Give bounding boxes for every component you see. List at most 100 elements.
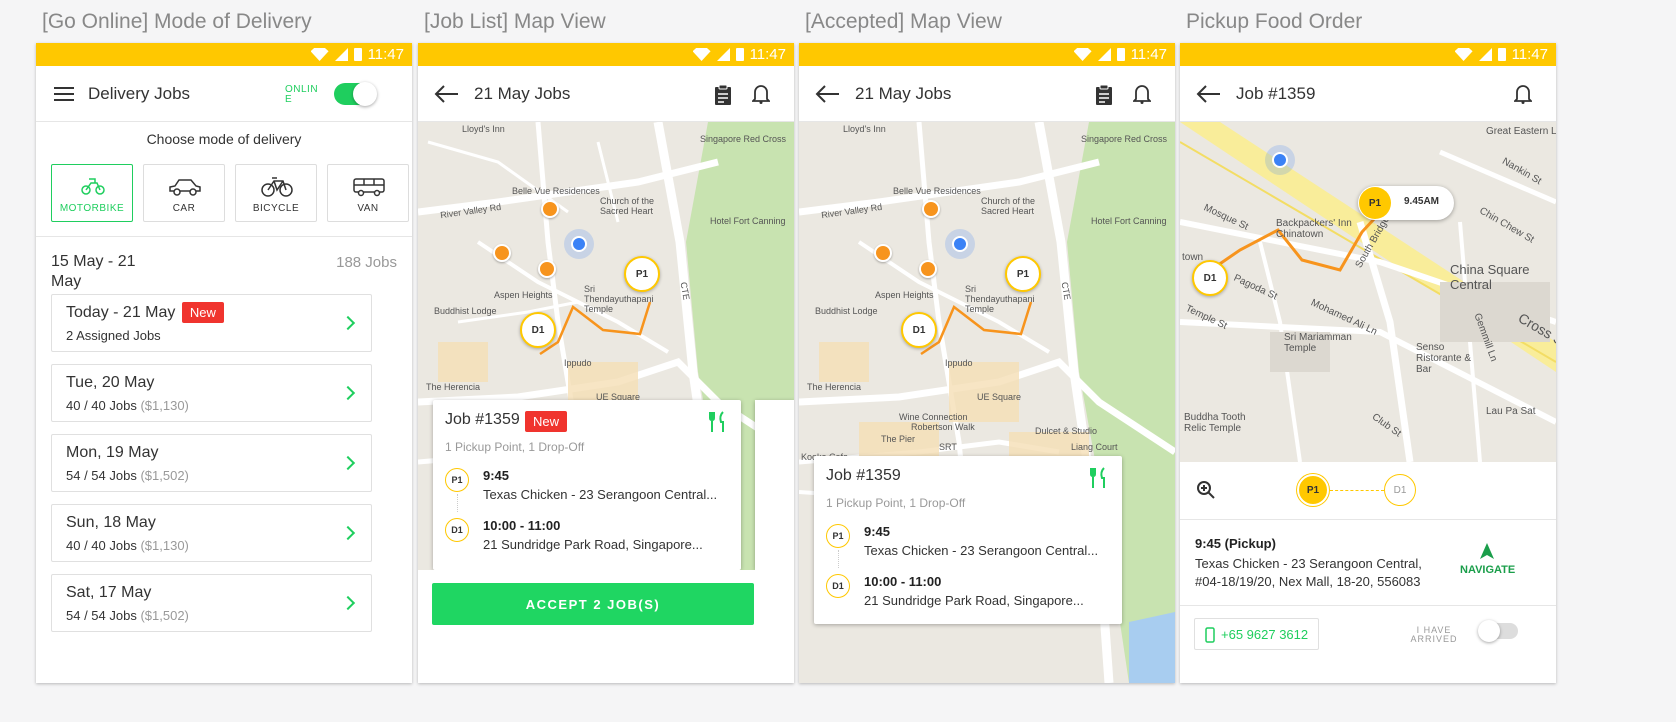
day-card[interactable]: Mon, 19 May 54 / 54 Jobs ($1,502)	[51, 434, 372, 492]
phone-number: +65 9627 3612	[1221, 627, 1309, 642]
page-title: 21 May Jobs	[855, 84, 952, 103]
clipboard-icon[interactable]	[714, 84, 732, 106]
map-view[interactable]: Great Eastern Life Assurance Nankin St C…	[1180, 122, 1556, 462]
navigate-button[interactable]: NAVIGATE	[1460, 564, 1515, 576]
navigate-icon[interactable]	[1478, 542, 1496, 560]
map-label: Ippudo	[945, 358, 973, 368]
chevron-right-icon	[340, 385, 356, 401]
job-pin[interactable]	[493, 244, 511, 262]
job-pin[interactable]	[919, 260, 937, 278]
mode-bicycle[interactable]: BICYCLE	[235, 164, 317, 222]
online-toggle[interactable]	[334, 82, 377, 106]
caption-pickup: Pickup Food Order	[1186, 10, 1363, 33]
mode-label: CAR	[172, 203, 196, 214]
map-label: Buddha Tooth Relic Temple	[1184, 412, 1246, 434]
next-card-peek	[755, 400, 794, 570]
day-sub: 54 / 54 Jobs ($1,502)	[66, 608, 189, 623]
status-bar: 11:47	[799, 43, 1175, 66]
arrived-toggle[interactable]	[1478, 620, 1518, 642]
job-pin[interactable]	[874, 244, 892, 262]
day-card[interactable]: Sat, 17 May 54 / 54 Jobs ($1,502)	[51, 574, 372, 632]
job-card[interactable]: Job #1359 1 Pickup Point, 1 Drop-Off P1 …	[814, 456, 1122, 624]
pickup-address: Texas Chicken - 23 Serangoon Central...	[864, 543, 1099, 558]
chevron-right-icon	[340, 595, 356, 611]
clipboard-icon[interactable]	[1095, 84, 1113, 106]
pickup-marker[interactable]: P1	[1005, 256, 1041, 292]
map-label: UE Square	[977, 392, 1022, 402]
job-pin[interactable]	[541, 200, 559, 218]
battery-icon	[1497, 48, 1506, 61]
signal-icon	[716, 48, 730, 61]
back-arrow-icon[interactable]	[815, 84, 841, 104]
pickup-marker[interactable]: P1	[624, 256, 660, 292]
map-label: Hotel Fort Canning	[710, 216, 786, 226]
route-connector	[838, 550, 839, 568]
job-title: Job #1359	[445, 411, 520, 428]
mode-prompt: Choose mode of delivery	[146, 131, 302, 147]
mode-label: VAN	[357, 203, 379, 214]
new-badge: New	[525, 411, 568, 432]
back-arrow-icon[interactable]	[1196, 84, 1222, 104]
route-connector	[457, 494, 458, 512]
day-card[interactable]: Tue, 20 May 40 / 40 Jobs ($1,130)	[51, 364, 372, 422]
bell-icon[interactable]	[1514, 84, 1532, 104]
signal-icon	[1097, 48, 1111, 61]
signal-icon	[1478, 48, 1492, 61]
dropoff-marker[interactable]: D1	[520, 312, 556, 348]
chevron-right-icon	[340, 525, 356, 541]
phone-icon	[1205, 627, 1215, 643]
status-time: 11:47	[1511, 46, 1548, 63]
jobs-count: 188 Jobs	[336, 254, 397, 271]
back-arrow-icon[interactable]	[434, 84, 460, 104]
mode-label: BICYCLE	[252, 203, 300, 214]
drop-point-icon: D1	[445, 518, 469, 542]
motorbike-icon	[81, 175, 105, 195]
page-title: 21 May Jobs	[474, 84, 571, 103]
wifi-icon	[692, 48, 711, 61]
map-label: SRT	[939, 442, 957, 452]
pickup-row: P1 9:45 Texas Chicken - 23 Serangoon Cent…	[826, 524, 1098, 558]
job-pin[interactable]	[538, 260, 556, 278]
route-step-pickup[interactable]: P1	[1297, 474, 1329, 506]
menu-icon[interactable]	[54, 87, 74, 101]
day-title: Tue, 20 May	[66, 374, 155, 391]
day-sub: 40 / 40 Jobs ($1,130)	[66, 538, 189, 553]
job-sub: 1 Pickup Point, 1 Drop-Off	[826, 496, 966, 510]
bell-icon[interactable]	[1133, 84, 1151, 104]
status-time: 11:47	[367, 46, 404, 63]
wifi-icon	[1073, 48, 1092, 61]
app-bar: 21 May Jobs	[799, 66, 1175, 122]
map-label: Buddhist Lodge	[815, 306, 878, 316]
status-time: 11:47	[1130, 46, 1167, 63]
chevron-right-icon	[340, 455, 356, 471]
food-icon	[709, 411, 724, 432]
map-label: Ippudo	[564, 358, 592, 368]
map-label: Lloyd's Inn	[462, 124, 505, 134]
dropoff-marker[interactable]: D1	[901, 312, 937, 348]
bicycle-icon	[261, 175, 293, 202]
mode-motorbike[interactable]: MOTORBIKE	[51, 164, 133, 222]
app-bar: Job #1359	[1180, 66, 1556, 122]
day-card[interactable]: Today - 21 May New 2 Assigned Jobs	[51, 294, 372, 352]
day-sub: 2 Assigned Jobs	[66, 328, 161, 343]
status-bar: 11:47	[1180, 43, 1556, 66]
date-range: 15 May - 21 May	[51, 253, 136, 290]
route-step-drop[interactable]: D1	[1384, 474, 1416, 506]
dropoff-marker[interactable]: D1	[1192, 260, 1228, 296]
mode-van[interactable]: VAN	[327, 164, 409, 222]
battery-icon	[1116, 48, 1125, 61]
mode-car[interactable]: CAR	[143, 164, 225, 222]
wifi-icon	[310, 48, 329, 61]
pickup-eta-marker[interactable]: P1 9.45AM	[1358, 186, 1454, 220]
zoom-icon[interactable]	[1196, 480, 1216, 500]
pickup-point-icon: P1	[445, 468, 469, 492]
day-card[interactable]: Sun, 18 May 40 / 40 Jobs ($1,130)	[51, 504, 372, 562]
job-pin[interactable]	[922, 200, 940, 218]
phone-button[interactable]: +65 9627 3612	[1194, 618, 1319, 650]
map-label: The Herencia	[426, 382, 481, 392]
pickup-eta: 9.45AM	[1404, 196, 1440, 207]
signal-icon	[334, 48, 348, 61]
accept-jobs-button[interactable]: ACCEPT 2 JOB(S)	[432, 583, 754, 625]
job-card[interactable]: Job #1359 New 1 Pickup Point, 1 Drop-Off…	[433, 400, 741, 570]
bell-icon[interactable]	[752, 84, 770, 104]
